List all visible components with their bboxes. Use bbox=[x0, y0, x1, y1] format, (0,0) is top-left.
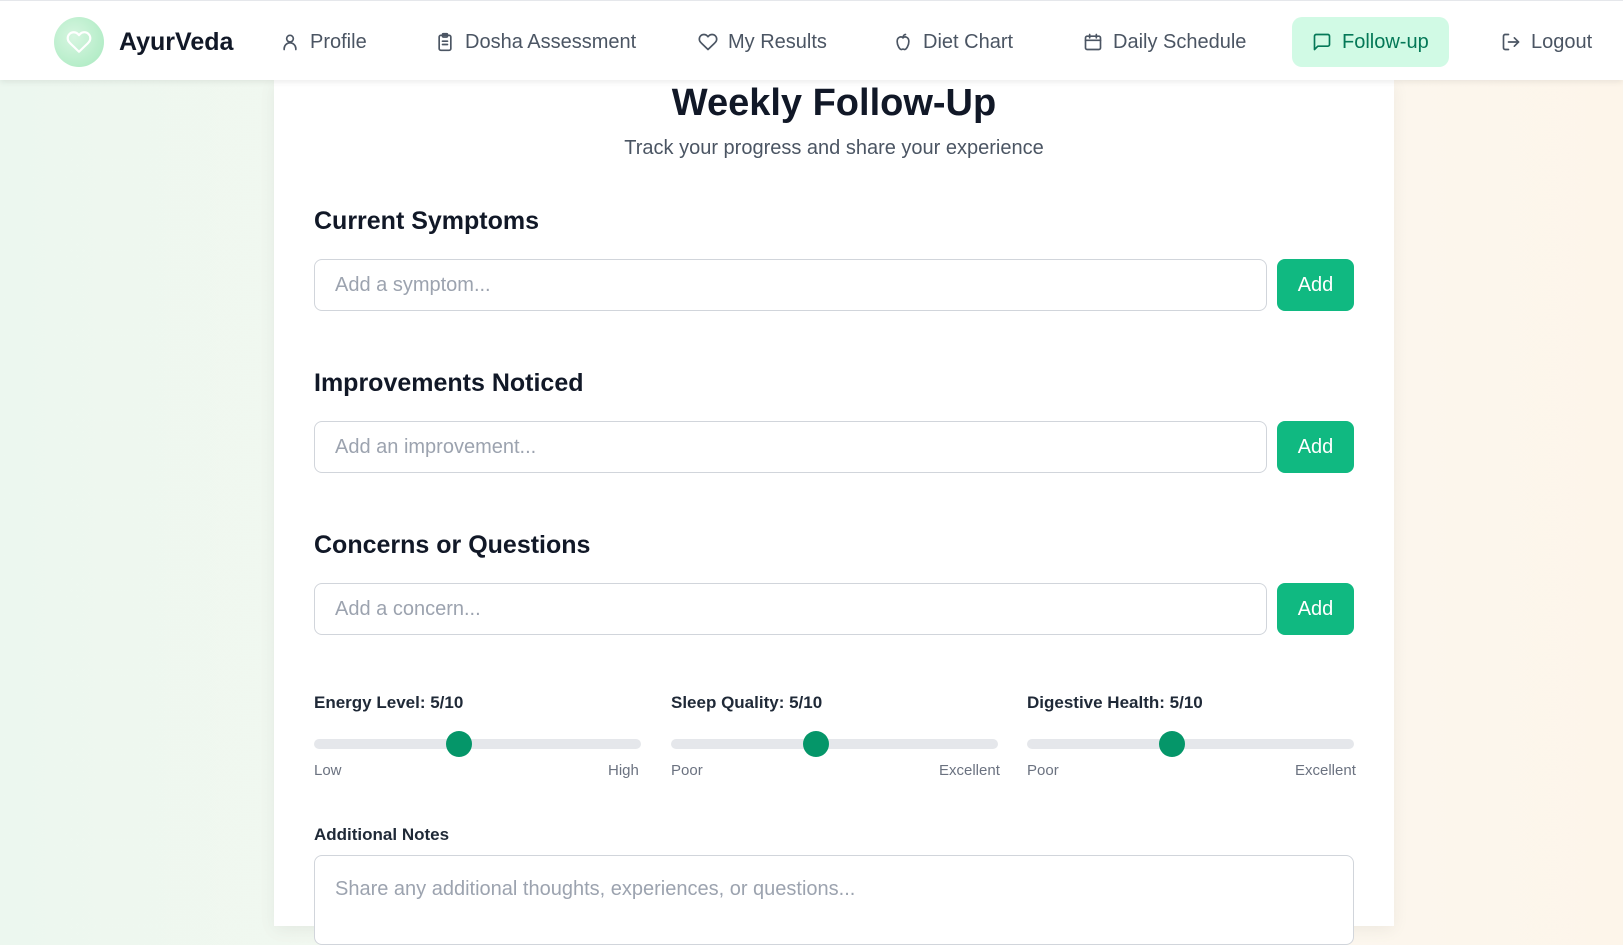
page-title: Weekly Follow-Up bbox=[671, 82, 997, 124]
top-navbar: AyurVeda Profile Dosha Assessment My Res… bbox=[0, 0, 1623, 80]
nav-item-label: Diet Chart bbox=[923, 30, 1014, 53]
nav-item-follow-up[interactable]: Follow-up bbox=[1292, 17, 1449, 67]
sleep-min-label: Poor bbox=[671, 762, 703, 779]
nav-item-label: My Results bbox=[728, 30, 827, 53]
sleep-quality-slider[interactable] bbox=[671, 731, 998, 757]
nav-item-label: Daily Schedule bbox=[1113, 30, 1247, 53]
nav-item-diet-chart[interactable]: Diet Chart bbox=[893, 17, 1013, 67]
symptoms-title: Current Symptoms bbox=[314, 207, 540, 235]
concern-input[interactable] bbox=[314, 583, 1267, 635]
brand-name: AyurVeda bbox=[119, 27, 234, 56]
add-symptom-button[interactable]: Add bbox=[1277, 259, 1354, 311]
digestive-health-label: Digestive Health: 5/10 bbox=[1027, 693, 1203, 712]
nav-item-label: Profile bbox=[310, 30, 367, 53]
energy-min-label: Low bbox=[314, 762, 342, 779]
message-square-icon bbox=[1313, 33, 1331, 51]
sleep-max-label: Excellent bbox=[939, 762, 1000, 779]
digestive-max-label: Excellent bbox=[1295, 762, 1356, 779]
nav-item-logout[interactable]: Logout bbox=[1501, 17, 1592, 67]
energy-level-slider[interactable] bbox=[314, 731, 641, 757]
concerns-title: Concerns or Questions bbox=[314, 531, 591, 559]
nav-item-daily-schedule[interactable]: Daily Schedule bbox=[1083, 17, 1246, 67]
nav-item-profile[interactable]: Profile bbox=[280, 17, 367, 67]
sleep-quality-label: Sleep Quality: 5/10 bbox=[671, 693, 823, 712]
nav-item-label: Logout bbox=[1531, 30, 1593, 53]
symptom-input[interactable] bbox=[314, 259, 1267, 311]
logout-icon bbox=[1502, 33, 1520, 51]
clipboard-icon bbox=[438, 32, 452, 52]
page-subtitle: Track your progress and share your exper… bbox=[624, 137, 1044, 159]
add-improvement-button[interactable]: Add bbox=[1277, 421, 1354, 473]
heart-logo-icon bbox=[54, 17, 104, 67]
improvement-input[interactable] bbox=[314, 421, 1267, 473]
additional-notes-label: Additional Notes bbox=[314, 825, 450, 844]
nav-item-my-results[interactable]: My Results bbox=[698, 17, 827, 67]
add-concern-button[interactable]: Add bbox=[1277, 583, 1354, 635]
improvements-title: Improvements Noticed bbox=[314, 369, 584, 397]
apple-icon bbox=[896, 33, 910, 51]
user-icon bbox=[283, 34, 297, 51]
digestive-min-label: Poor bbox=[1027, 762, 1059, 779]
energy-max-label: High bbox=[608, 762, 639, 779]
brand[interactable]: AyurVeda bbox=[54, 17, 233, 67]
calendar-icon bbox=[1084, 33, 1102, 51]
nav-item-label: Follow-up bbox=[1342, 30, 1429, 53]
energy-level-label: Energy Level: 5/10 bbox=[314, 693, 464, 712]
additional-notes-textarea[interactable] bbox=[314, 855, 1354, 945]
nav-item-dosha-assessment[interactable]: Dosha Assessment bbox=[435, 17, 636, 67]
heart-icon bbox=[698, 33, 718, 51]
digestive-health-slider[interactable] bbox=[1027, 731, 1354, 757]
nav-item-label: Dosha Assessment bbox=[465, 30, 637, 53]
